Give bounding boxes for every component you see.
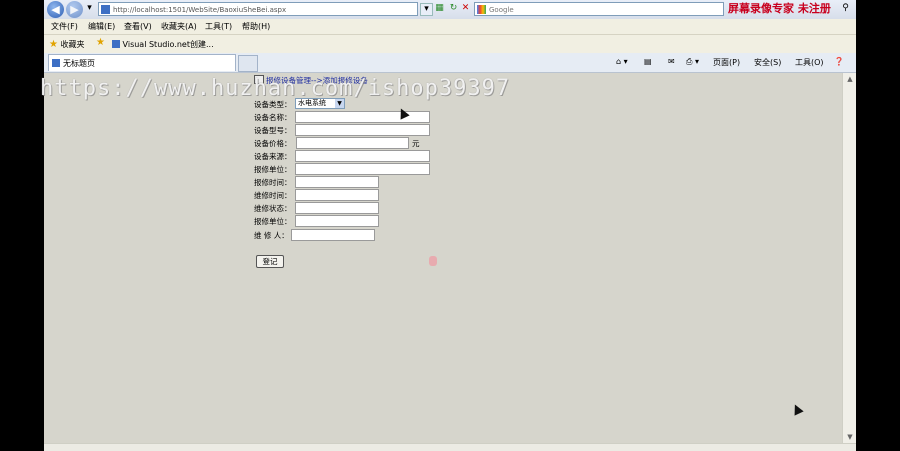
mail-icon[interactable]: ✉ [668,57,675,66]
status-bar [44,443,856,451]
tab-bar: 无标题页 ⌂ ▾ ▤ ✉ ⎙ ▾ 页面(P) 安全(S) 工具(O) ❓ [44,53,856,73]
browser-window: ◀ ▶ ▾ http://localhost:1501/WebSite/Baox… [44,0,856,451]
repairer-input[interactable] [291,229,375,241]
field-label: 设备型号： [254,126,292,135]
repair-unit-input[interactable] [295,163,430,175]
favorites-link[interactable]: Visual Studio.net创建... [112,39,214,50]
feeds-icon[interactable]: ▤ [644,57,652,66]
stop-icon[interactable]: ✕ [460,3,471,14]
recorder-watermark: 屏幕录像专家 未注册 [728,2,831,15]
menu-view[interactable]: 查看(V) [124,21,152,32]
dropdown-icon[interactable]: ▾ [84,3,95,14]
forward-icon[interactable]: ▶ [66,1,83,18]
device-price-input[interactable] [296,137,409,149]
field-label: 维修时间： [254,191,292,200]
print-icon[interactable]: ⎙ ▾ [686,57,699,67]
compat-icon[interactable]: ▦ [434,3,445,14]
address-input[interactable]: http://localhost:1501/WebSite/BaoxiuSheB… [98,2,418,16]
tab-title: 无标题页 [63,59,95,68]
page-icon [101,5,110,14]
home-icon[interactable]: ⌂ ▾ [616,57,628,66]
address-text: http://localhost:1501/WebSite/BaoxiuSheB… [113,6,287,14]
favorites-link-label: Visual Studio.net创建... [122,40,214,49]
field-label: 维修状态： [254,204,292,213]
field-label: 报修时间： [254,178,292,187]
device-name-input[interactable] [295,111,430,123]
address-bar-row: ◀ ▶ ▾ http://localhost:1501/WebSite/Baox… [44,0,856,19]
search-icon[interactable]: ⚲ [840,3,851,14]
repair-unit2-input[interactable] [295,215,379,227]
favorites-bar: ★ 收藏夹 ★ Visual Studio.net创建... [44,35,856,54]
scroll-up-icon[interactable]: ▲ [843,73,856,85]
url-watermark-overlay: https://www.huzhan.com/ishop39397 [40,76,511,101]
menu-edit[interactable]: 编辑(E) [88,21,115,32]
device-source-input[interactable] [295,150,430,162]
safety-menu[interactable]: 安全(S) [754,57,781,68]
report-time-input[interactable] [295,176,379,188]
menu-tools[interactable]: 工具(T) [205,21,232,32]
page-content: 报修设备管理-->添加报修设备 设备类型： 水电系统 ▼ 设备名称： 设备型号：… [44,73,842,443]
price-unit: 元 [412,139,420,148]
field-label: 报修单位： [254,165,292,174]
repair-status-input[interactable] [295,202,379,214]
back-icon[interactable]: ◀ [47,1,64,18]
page-menu[interactable]: 页面(P) [713,57,740,68]
search-placeholder: Google [489,6,514,14]
menu-bar: 文件(F) 编辑(E) 查看(V) 收藏夹(A) 工具(T) 帮助(H) [44,19,856,35]
address-dropdown-icon[interactable]: ▾ [420,3,433,16]
menu-favorites[interactable]: 收藏夹(A) [161,21,197,32]
add-favorite-icon[interactable]: ★ [96,37,105,48]
field-label: 报修单位： [254,217,292,226]
menu-help[interactable]: 帮助(H) [242,21,270,32]
field-label: 设备名称： [254,113,292,122]
google-icon [477,5,486,14]
click-highlight [429,256,437,266]
help-icon[interactable]: ❓ [834,57,844,66]
new-tab-button[interactable] [238,55,258,72]
tools-menu[interactable]: 工具(O) [795,57,824,68]
page-icon [52,59,60,67]
submit-button[interactable]: 登记 [256,255,284,268]
search-input[interactable]: Google [474,2,724,16]
field-label: 设备价格： [254,139,292,148]
device-model-input[interactable] [295,124,430,136]
field-label: 设备来源： [254,152,292,161]
menu-file[interactable]: 文件(F) [51,21,78,32]
scroll-down-icon[interactable]: ▼ [843,431,856,443]
star-icon: ★ [49,39,58,50]
refresh-icon[interactable]: ↻ [448,3,459,14]
favorites-label: 收藏夹 [60,40,85,49]
vertical-scrollbar[interactable]: ▲ ▼ [842,73,856,443]
mouse-cursor-icon [790,402,804,416]
page-icon [112,40,120,48]
favorites-button[interactable]: ★ 收藏夹 [49,39,85,50]
tab-active[interactable]: 无标题页 [48,54,236,71]
field-label: 维 修 人： [254,231,289,240]
repair-time-input[interactable] [295,189,379,201]
